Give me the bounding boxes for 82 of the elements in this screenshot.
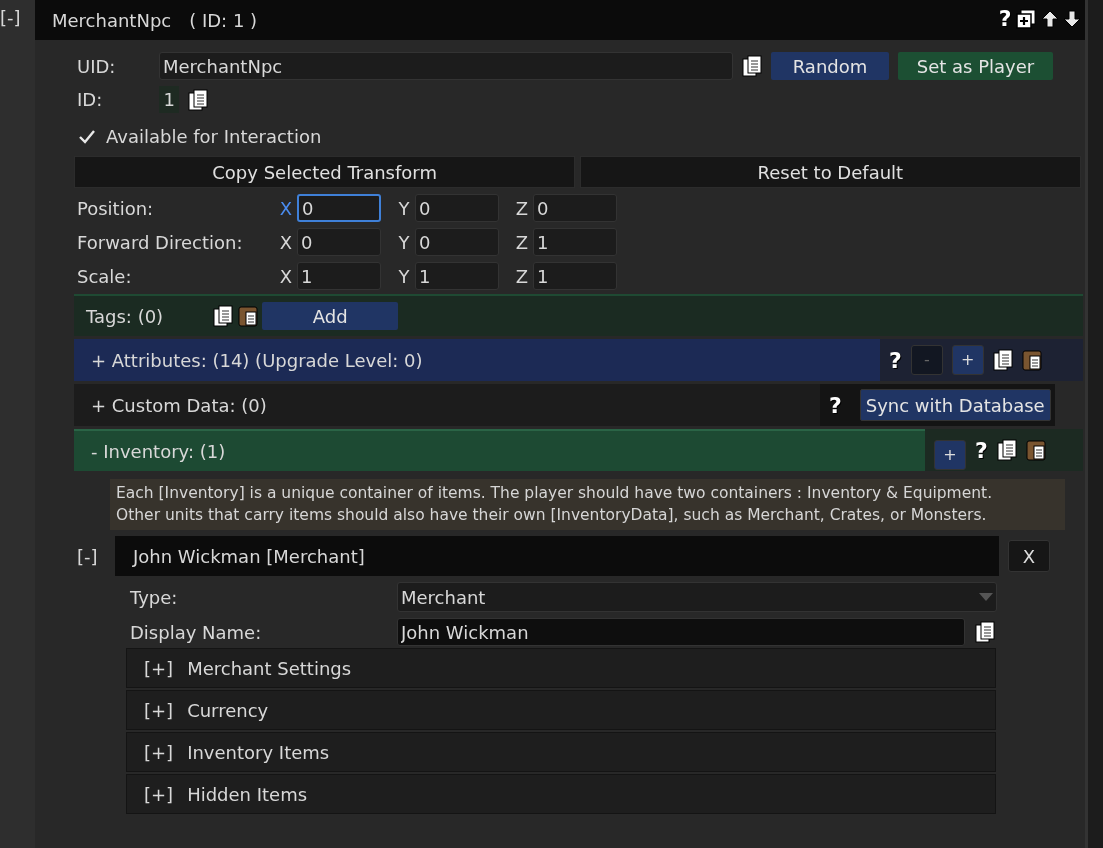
copy-icon[interactable]: [996, 439, 1017, 461]
number-field[interactable]: 1: [297, 262, 381, 290]
id-label: ( ID: 1 ): [189, 8, 258, 33]
field-label: ID:: [76, 88, 104, 112]
action-button[interactable]: Random: [771, 52, 889, 80]
axis-label: Z: [514, 264, 530, 289]
subsection-title: Currency: [187, 698, 269, 723]
help-icon[interactable]: ?: [829, 388, 842, 422]
field-label: Scale:: [77, 264, 133, 289]
checkbox-label: Available for Interaction: [106, 125, 322, 149]
scrollbar[interactable]: [1085, 0, 1103, 848]
collapse-toggle[interactable]: [+]: [144, 654, 174, 682]
section-title: + Attributes: (14) (Upgrade Level: 0): [91, 348, 423, 373]
item-title: John Wickman [Merchant]: [115, 536, 999, 577]
paste-icon[interactable]: [237, 305, 258, 327]
copy-icon[interactable]: [213, 305, 234, 327]
axis-label: X: [278, 196, 294, 221]
collapse-toggle[interactable]: [+]: [144, 780, 174, 808]
number-field[interactable]: 0: [415, 228, 499, 256]
number-field[interactable]: 0: [415, 194, 499, 222]
subsection-header[interactable]: [+] Currency: [126, 690, 996, 731]
number-field[interactable]: 1: [533, 228, 617, 256]
axis-label: Y: [397, 196, 411, 221]
field-label: UID:: [76, 54, 117, 79]
paste-icon[interactable]: [1025, 439, 1046, 461]
subsection-header[interactable]: [+] Hidden Items: [126, 774, 996, 815]
axis-label: X: [278, 264, 294, 289]
field-label: Display Name:: [130, 620, 263, 645]
inventory-header[interactable]: - Inventory: (1): [74, 429, 925, 471]
axis-label: Y: [397, 230, 411, 255]
attributes-header[interactable]: + Attributes: (14) (Upgrade Level: 0): [74, 339, 880, 381]
transform-button[interactable]: Reset to Default: [579, 156, 1081, 188]
number-field[interactable]: 1: [415, 262, 499, 290]
custom-data-header[interactable]: + Custom Data: (0): [74, 384, 820, 426]
type-dropdown[interactable]: Merchant: [397, 582, 997, 613]
axis-label: Y: [397, 264, 411, 289]
help-icon[interactable]: ?: [975, 433, 988, 467]
copy-icon[interactable]: [188, 88, 209, 111]
transform-button[interactable]: Copy Selected Transform: [74, 156, 576, 188]
caret-icon: [979, 593, 993, 602]
axis-label: X: [278, 230, 294, 255]
remove-button[interactable]: X: [1008, 540, 1050, 573]
collapse-toggle[interactable]: [+]: [144, 738, 174, 766]
add-button[interactable]: Add: [262, 302, 399, 330]
help-icon[interactable]: ?: [998, 2, 1012, 35]
number-field[interactable]: 0: [297, 194, 381, 222]
subsection-header[interactable]: [+] Inventory Items: [126, 732, 996, 773]
dropdown-value: Merchant: [401, 585, 486, 610]
plus-button[interactable]: +: [951, 345, 984, 375]
field-label: Type:: [130, 585, 179, 610]
number-field[interactable]: 1: [533, 262, 617, 290]
id-value: 1: [159, 86, 180, 113]
collapse-toggle[interactable]: [-]: [74, 542, 115, 570]
help-icon[interactable]: ?: [889, 343, 902, 377]
window-title: MerchantNpc: [52, 8, 172, 33]
section-title: - Inventory: (1): [91, 439, 226, 464]
sync-button[interactable]: Sync with Database: [859, 389, 1051, 421]
axis-label: Z: [514, 230, 530, 255]
copy-icon[interactable]: [975, 621, 995, 644]
section-title: + Custom Data: (0): [91, 393, 267, 418]
action-button[interactable]: Set as Player: [898, 52, 1053, 80]
field-label: Position:: [77, 196, 155, 221]
subsection-title: Hidden Items: [187, 782, 308, 807]
subsection-title: Merchant Settings: [187, 656, 352, 681]
description-text: Each [Inventory] is a unique container of items. The player should have two containers : Inventory & Equipment. Other units that carry items should also have their own [InventoryData], such as Merchant, Crates, or Monsters.: [110, 479, 1065, 531]
tags-label: Tags: (0): [86, 304, 164, 329]
field-label: Forward Direction:: [77, 230, 244, 255]
down-arrow-icon[interactable]: [1063, 9, 1081, 28]
plus-button[interactable]: +: [934, 440, 966, 470]
paste-icon[interactable]: [1021, 349, 1042, 371]
number-field[interactable]: 0: [533, 194, 617, 222]
up-arrow-icon[interactable]: [1040, 9, 1059, 28]
collapse-toggle[interactable]: [+]: [144, 696, 174, 724]
collapse-toggle[interactable]: [-]: [0, 7, 21, 28]
number-field[interactable]: 0: [297, 228, 381, 256]
copy-icon[interactable]: [992, 349, 1013, 371]
subsection-title: Inventory Items: [187, 740, 330, 765]
subsection-header[interactable]: [+] Merchant Settings: [126, 648, 996, 689]
add-icon[interactable]: [1016, 8, 1036, 29]
uid-field[interactable]: MerchantNpc: [159, 52, 733, 80]
axis-label: Z: [514, 196, 530, 221]
copy-icon[interactable]: [742, 55, 762, 77]
